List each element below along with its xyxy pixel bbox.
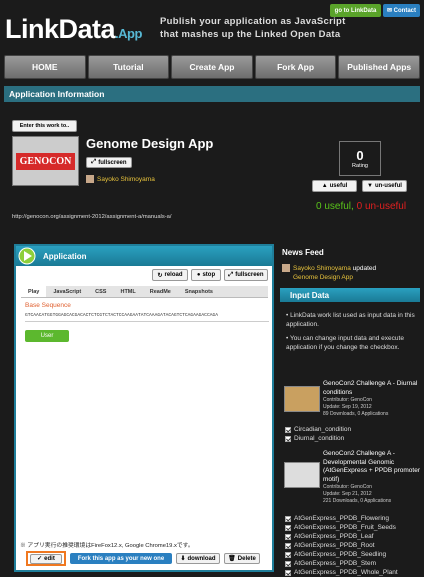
news-app-link[interactable]: Genome Design App <box>293 274 353 281</box>
checkbox[interactable] <box>285 560 291 567</box>
app-thumbnail: GENOCON <box>12 136 79 186</box>
nav-fork-app[interactable]: Fork App <box>254 55 337 79</box>
edit-highlight: ✓ edit <box>26 551 66 566</box>
input-data-header: Input Data <box>280 288 420 302</box>
app-title: Genome Design App <box>86 136 214 151</box>
rating-label: Rating <box>352 163 368 169</box>
section-title: Application Information <box>4 86 420 102</box>
list-item[interactable]: Circadian_condition <box>285 425 351 434</box>
checkbox[interactable] <box>285 551 291 558</box>
reload-icon: ↻ <box>157 272 163 279</box>
checkbox[interactable] <box>285 426 291 433</box>
list-item[interactable]: AtGenExpress_PPDB_Stem <box>285 559 398 568</box>
application-header: Application <box>16 246 272 266</box>
work1-thumbnail[interactable] <box>284 386 320 412</box>
checkbox[interactable] <box>285 524 291 531</box>
fork-button[interactable]: Fork this app as your new one <box>70 553 172 564</box>
author-link[interactable]: Sayoko Shimoyama <box>97 176 155 183</box>
download-button[interactable]: ⬇ download <box>176 553 220 564</box>
nav-published-apps[interactable]: Published Apps <box>338 55 420 79</box>
useful-button[interactable]: ▲ useful <box>312 180 357 192</box>
news-author-link[interactable]: Sayoko Shimoyama <box>293 265 351 272</box>
base-sequence-label: Base Sequence <box>25 302 71 309</box>
list-item[interactable]: AtGenExpress_PPDB_Seedling <box>285 550 398 559</box>
stop-icon: ● <box>196 272 201 278</box>
work1-title[interactable]: GenoCon2 Challenge A - Diurnal condition… <box>323 380 420 397</box>
app-fullscreen-button[interactable]: ⤢ fullscreen <box>224 269 268 281</box>
edit-button[interactable]: ✓ edit <box>30 553 62 564</box>
checkbox[interactable] <box>285 435 291 442</box>
list-item[interactable]: AtGenExpress_PPDB_Flowering <box>285 514 398 523</box>
stop-button[interactable]: ● stop <box>191 269 221 281</box>
nav-home[interactable]: HOME <box>4 55 86 79</box>
app-tabs: Play JavaScript CSS HTML ReadMe Snapshot… <box>21 286 268 298</box>
tab-play[interactable]: Play <box>21 286 47 297</box>
tab-javascript[interactable]: JavaScript <box>46 286 88 297</box>
divider <box>25 321 269 322</box>
user-button[interactable]: User <box>25 330 69 342</box>
nav-tutorial[interactable]: Tutorial <box>87 55 170 79</box>
sequence-text: GTCAACATGGTGGAGCACGACACTCTCGTCTACTCCAAGA… <box>25 313 218 318</box>
delete-button[interactable]: 🗑 Delete <box>224 553 260 564</box>
goto-linkdata-button[interactable]: go to LinkData <box>330 4 381 17</box>
work2-title[interactable]: GenoCon2 Challenge A - Developmental Gen… <box>323 450 420 484</box>
linkdata-logo[interactable]: LinkData.App <box>5 14 142 45</box>
checkbox[interactable] <box>285 569 291 576</box>
unuseful-button[interactable]: ▼ un-useful <box>362 180 407 192</box>
tab-html[interactable]: HTML <box>113 286 142 297</box>
avatar <box>86 175 94 183</box>
expand-icon: ⤢ <box>91 159 97 165</box>
list-item[interactable]: AtGenExpress_PPDB_Leaf <box>285 532 398 541</box>
check-icon: ✓ <box>37 556 43 562</box>
checkbox[interactable] <box>285 542 291 549</box>
thumbs-down-icon: ▼ <box>367 183 373 189</box>
main-nav: HOME Tutorial Create App Fork App Publis… <box>4 55 420 79</box>
tab-readme[interactable]: ReadMe <box>143 286 178 297</box>
news-feed-title: News Feed <box>282 248 324 257</box>
work2-items: AtGenExpress_PPDB_Flowering AtGenExpress… <box>285 514 398 577</box>
trash-icon: 🗑 <box>228 556 236 562</box>
reload-button[interactable]: ↻ reload <box>152 269 188 281</box>
list-item[interactable]: Diurnal_condition <box>285 434 351 443</box>
nav-create-app[interactable]: Create App <box>171 55 253 79</box>
input-description: • LinkData work list used as input data … <box>286 312 415 351</box>
author-row: Sayoko Shimoyama <box>86 175 155 183</box>
app-controls: ↻ reload ● stop ⤢ fullscreen <box>152 269 268 281</box>
news-avatar <box>282 264 290 272</box>
work1-info: GenoCon2 Challenge A - Diurnal condition… <box>323 380 420 418</box>
tab-snapshots[interactable]: Snapshots <box>178 286 220 297</box>
work2-thumbnail[interactable] <box>284 462 320 488</box>
tab-css[interactable]: CSS <box>88 286 113 297</box>
genocon-logo: GENOCON <box>15 152 76 170</box>
list-item[interactable]: AtGenExpress_PPDB_Fruit_Seeds <box>285 523 398 532</box>
list-item[interactable]: AtGenExpress_PPDB_Root <box>285 541 398 550</box>
download-icon: ⬇ <box>180 556 186 562</box>
work1-items: Circadian_condition Diurnal_condition <box>285 425 351 443</box>
environment-note: ※ アプリ実行の推奨環境はFireFox12.x, Google Chrome1… <box>20 543 194 549</box>
expand-icon: ⤢ <box>228 271 234 278</box>
useful-summary: 0 useful, 0 un-useful <box>316 201 407 212</box>
tagline: Publish your application as JavaScript th… <box>160 16 346 40</box>
work2-info: GenoCon2 Challenge A - Developmental Gen… <box>323 450 420 504</box>
play-icon <box>18 247 36 265</box>
checkbox[interactable] <box>285 533 291 540</box>
fullscreen-button[interactable]: ⤢ fullscreen <box>86 157 132 168</box>
enter-work-button[interactable]: Enter this work to.. <box>12 120 77 132</box>
thumbs-up-icon: ▲ <box>321 183 328 189</box>
checkbox[interactable] <box>285 515 291 522</box>
news-item: Sayoko Shimoyama updated Genome Design A… <box>293 265 377 281</box>
app-url[interactable]: http://genocon.org/assignment-2012/assig… <box>12 214 172 220</box>
rating-value: 0 <box>356 148 364 163</box>
contact-button[interactable]: ✉ Contact <box>383 4 420 17</box>
rating-box: 0 Rating <box>339 141 381 176</box>
application-panel: Application ↻ reload ● stop ⤢ fullscreen Pl… <box>14 244 274 572</box>
